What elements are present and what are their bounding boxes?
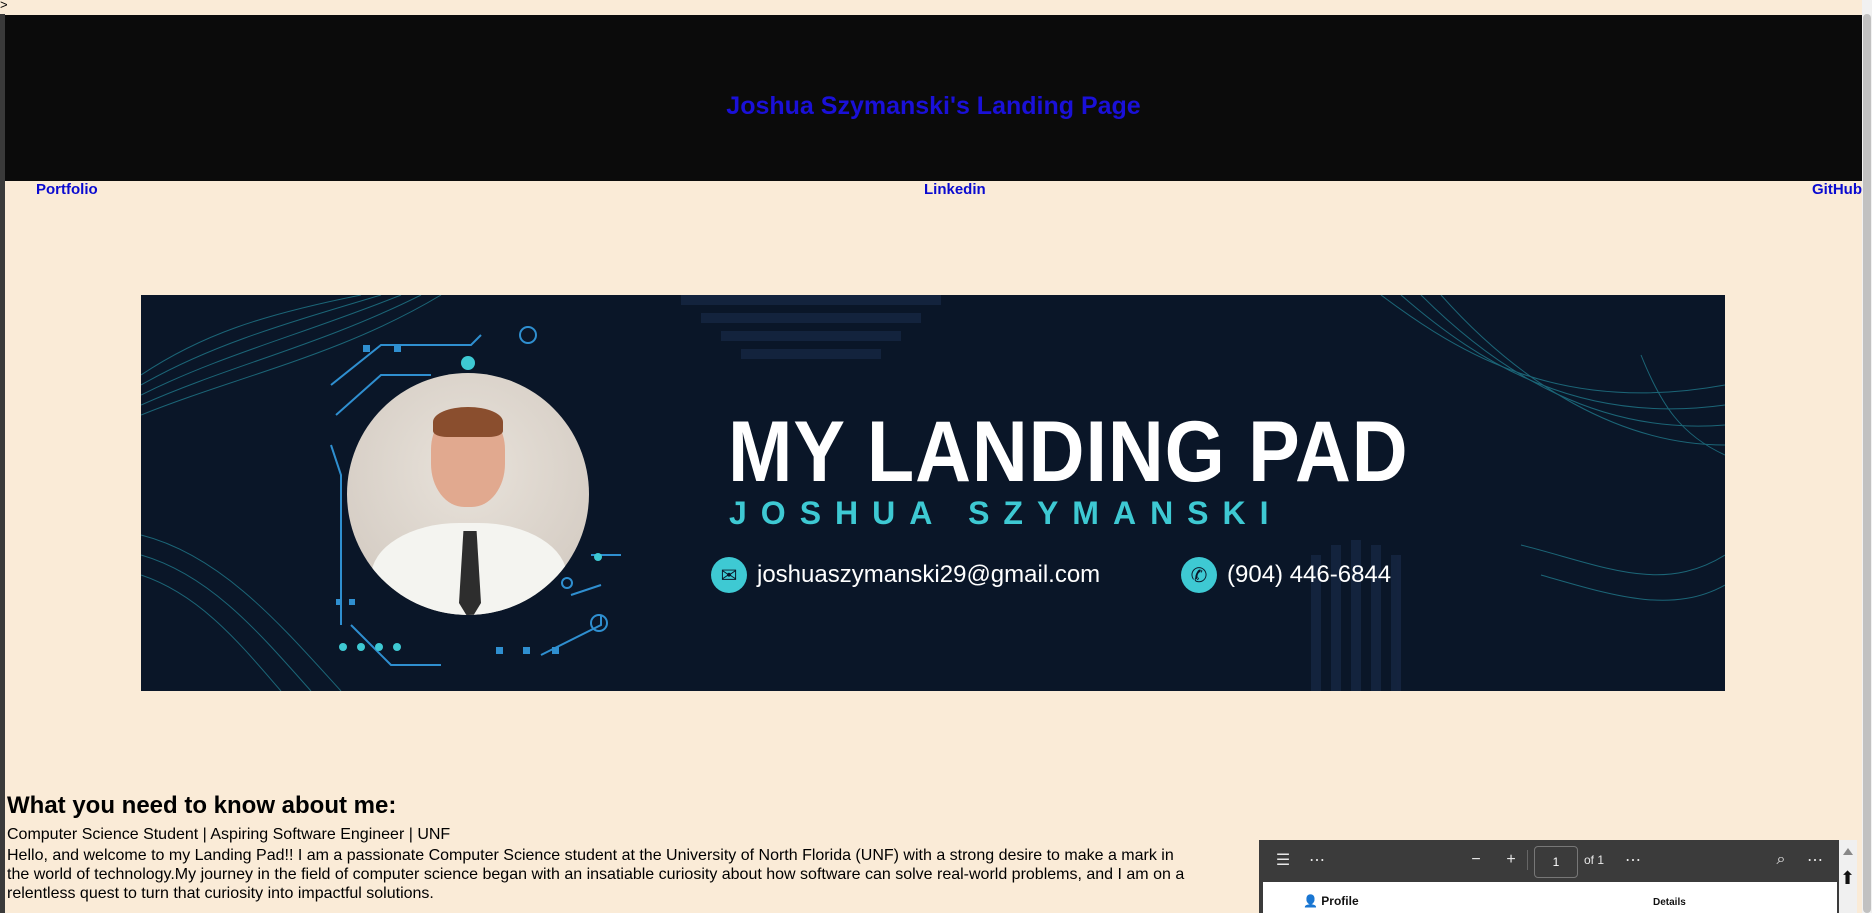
banner-email-text: joshuaszymanski29@gmail.com [757, 561, 1101, 588]
pdf-profile-text: Profile [1321, 894, 1359, 908]
landing-banner-image: MY LANDING PAD JOSHUA SZYMANSKI ✉ joshua… [141, 295, 1725, 691]
banner-subtitle: JOSHUA SZYMANSKI [729, 495, 1283, 531]
nav-link-github[interactable]: GitHub [1812, 181, 1862, 198]
nav-bar: Portfolio Linkedin GitHub [5, 181, 1862, 201]
more-icon[interactable]: ⋯ [1621, 848, 1645, 872]
pdf-scrollbar[interactable]: ⬆ [1839, 840, 1857, 913]
page-header: Joshua Szymanski's Landing Page [5, 15, 1862, 181]
profile-photo [347, 373, 589, 615]
pdf-page: 👤 Profile Details [1263, 882, 1837, 913]
banner-phone: ✆ (904) 446-6844 [1181, 557, 1391, 593]
minus-icon[interactable]: − [1464, 848, 1488, 872]
nav-link-portfolio[interactable]: Portfolio [36, 181, 98, 198]
page-count-label: of 1 [1584, 853, 1605, 867]
page-scrollbar-thumb[interactable] [1863, 14, 1871, 913]
search-icon[interactable]: ⌕ [1769, 848, 1793, 872]
list-icon[interactable]: ☰ [1271, 848, 1295, 872]
about-bio: Hello, and welcome to my Landing Pad!! I… [7, 847, 1185, 902]
banner-title: MY LANDING PAD [728, 404, 1409, 500]
pdf-viewer[interactable]: ☰ ⋯ − + of 1 ⋯ ⌕ ⋯ 👤 Profile Details ⬆ [1259, 840, 1857, 913]
person-icon: 👤 [1303, 894, 1318, 908]
more-icon[interactable]: ⋯ [1305, 848, 1329, 872]
more-icon[interactable]: ⋯ [1803, 848, 1827, 872]
scroll-up-icon[interactable] [1843, 848, 1853, 855]
plus-icon[interactable]: + [1499, 848, 1523, 872]
photo-hair [433, 407, 503, 437]
banner-email: ✉ joshuaszymanski29@gmail.com [711, 557, 1100, 593]
pdf-details-heading: Details [1653, 897, 1686, 908]
page-title: Joshua Szymanski's Landing Page [726, 91, 1141, 120]
pdf-toolbar: ☰ ⋯ − + of 1 ⋯ ⌕ ⋯ [1259, 840, 1857, 880]
page-number-input[interactable] [1534, 846, 1578, 878]
about-tagline: Computer Science Student | Aspiring Soft… [7, 826, 451, 843]
page-scrollbar[interactable] [1862, 0, 1872, 913]
stray-text: > [0, 0, 8, 12]
about-section: What you need to know about me: Computer… [7, 792, 1207, 903]
banner-phone-text: (904) 446-6844 [1227, 561, 1392, 588]
pdf-profile-heading: 👤 Profile [1303, 894, 1359, 908]
about-heading: What you need to know about me: [7, 792, 397, 819]
arrow-up-icon[interactable]: ⬆ [1840, 868, 1855, 889]
phone-icon: ✆ [1181, 557, 1217, 593]
nav-link-linkedin[interactable]: Linkedin [924, 181, 986, 198]
mail-icon: ✉ [711, 557, 747, 593]
toolbar-divider [1527, 850, 1528, 870]
